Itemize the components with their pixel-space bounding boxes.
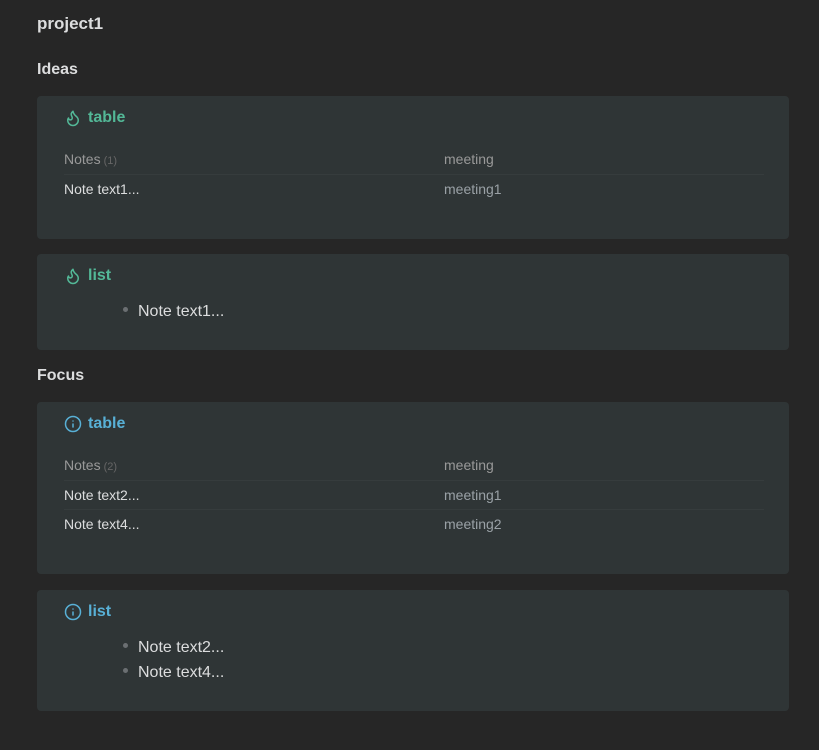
page: project1 Ideas table Notes (1) meeting No… [0,0,819,750]
note-link[interactable]: Note text4... [64,516,139,532]
notes-count: (1) [103,155,118,167]
note-link[interactable]: Note text2... [64,487,139,503]
ideas-list-card: list Note text1... [37,254,789,350]
notes-column-header[interactable]: Notes (1) [64,151,117,167]
fire-icon [64,109,82,127]
meeting-link[interactable]: meeting1 [444,487,502,503]
table-divider [64,480,764,481]
notes-count: (2) [103,461,118,473]
info-icon [64,603,82,621]
list-item: Note text4... [123,664,224,682]
ideas-list-title[interactable]: list [64,267,111,285]
notes-column-header[interactable]: Notes (2) [64,457,117,473]
table-row: Note text2... meeting1 [64,487,764,509]
ideas-table-title-label: table [88,109,126,126]
table-divider [64,509,764,510]
fire-icon [64,267,82,285]
focus-list-title[interactable]: list [64,603,111,621]
list-item-link[interactable]: Note text4... [138,664,224,681]
focus-table-title[interactable]: table [64,415,125,433]
ideas-list-title-label: list [88,267,112,284]
ideas-table-card: table Notes (1) meeting Note text1... mee… [37,96,789,239]
table-row: Note text4... meeting2 [64,516,764,538]
table-row: Note text1... meeting1 [64,181,764,203]
focus-list-card: list Note text2... Note text4... [37,590,789,711]
list-item: Note text2... [123,639,224,657]
focus-table-card: table Notes (2) meeting Note text2... mee… [37,402,789,574]
list-item-link[interactable]: Note text2... [138,639,224,656]
meeting-link[interactable]: meeting1 [444,181,502,197]
list-item: Note text1... [123,303,224,321]
meeting-link[interactable]: meeting2 [444,516,502,532]
section-heading-ideas: Ideas [37,61,78,78]
notes-column-label: Notes [64,457,101,473]
notes-column-label: Notes [64,151,101,167]
list-item-link[interactable]: Note text1... [138,303,224,320]
focus-list-title-label: list [88,603,112,620]
bullet-icon [123,643,128,649]
info-icon [64,415,82,433]
meeting-column-header[interactable]: meeting [444,151,494,167]
note-link[interactable]: Note text1... [64,181,139,197]
meeting-column-header[interactable]: meeting [444,457,494,473]
bullet-icon [123,668,128,674]
ideas-table-title[interactable]: table [64,109,125,127]
section-heading-focus: Focus [37,367,85,384]
focus-table-header: Notes (2) meeting [64,457,764,479]
page-title: project1 [37,14,104,33]
table-divider [64,174,764,175]
focus-table-title-label: table [88,415,126,432]
bullet-icon [123,307,128,313]
ideas-table-header: Notes (1) meeting [64,151,764,173]
